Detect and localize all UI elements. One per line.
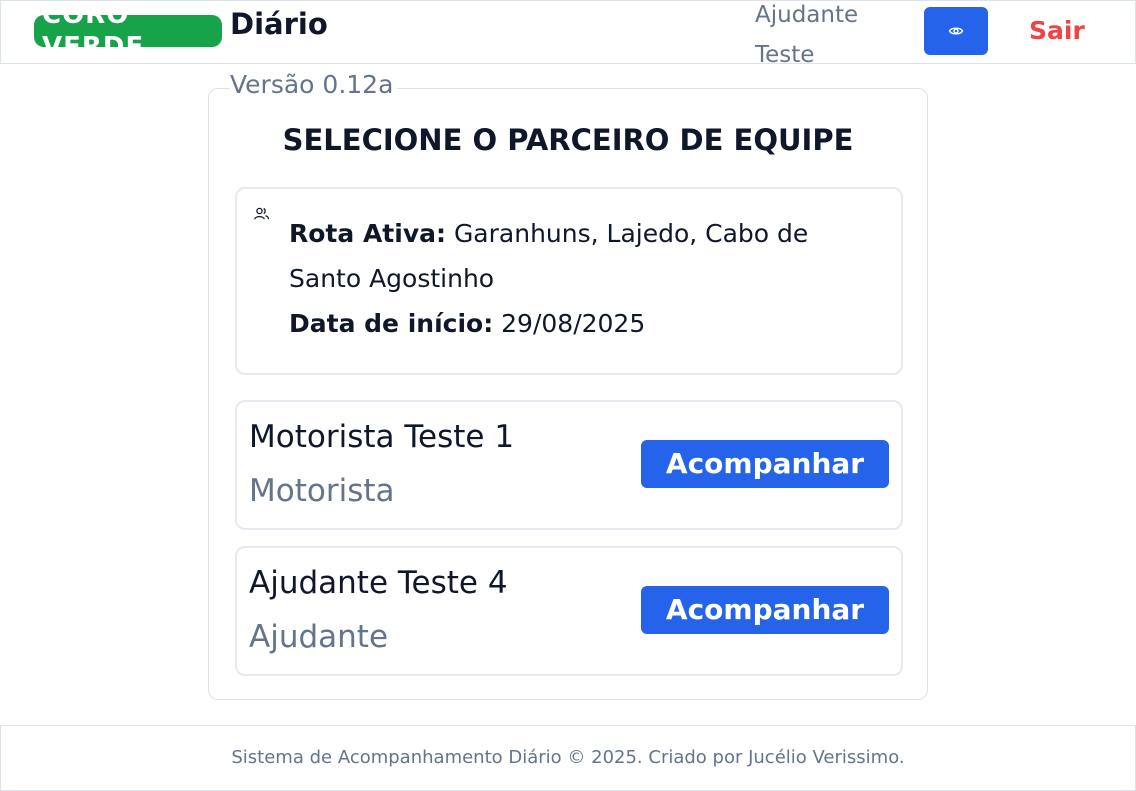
logout-button[interactable]: Sair [1029,15,1085,47]
active-route-box: Rota Ativa: Garanhuns, Lajedo, Cabo de S… [235,187,903,375]
member-role: Motorista [249,473,395,509]
member-name: Motorista Teste 1 [249,419,515,455]
member-role: Ajudante [249,619,389,655]
top-header: CORO VERDE Diário Ajudante Teste Sair [0,0,1136,68]
start-date-value: 29/08/2025 [501,309,646,338]
route-label: Rota Ativa: [289,219,446,248]
member-name: Ajudante Teste 4 [249,565,508,601]
start-date-label: Data de início: [289,309,494,338]
team-member-card: Motorista Teste 1 Motorista Acompanhar [235,400,903,530]
eye-icon [948,27,964,35]
app-title: Diário [230,7,328,41]
follow-button[interactable]: Acompanhar [641,440,889,488]
team-member-card: Ajudante Teste 4 Ajudante Acompanhar [235,546,903,676]
team-partner-card: SELECIONE O PARCEIRO DE EQUIPE Rota Ativ… [208,88,928,700]
view-mode-button[interactable] [924,7,988,55]
logo-text: CORO VERDE [42,15,145,47]
page-footer: Sistema de Acompanhamento Diário © 2025.… [0,725,1136,791]
follow-button[interactable]: Acompanhar [641,586,889,634]
user-name: Ajudante Teste [755,2,859,68]
app-version: Versão 0.12a [230,70,398,100]
footer-text: Sistema de Acompanhamento Diário © 2025.… [231,747,905,768]
route-details: Rota Ativa: Garanhuns, Lajedo, Cabo de S… [289,211,879,346]
card-title: SELECIONE O PARCEIRO DE EQUIPE [282,123,854,157]
app-logo[interactable]: CORO VERDE [34,15,222,47]
users-icon [254,207,270,220]
